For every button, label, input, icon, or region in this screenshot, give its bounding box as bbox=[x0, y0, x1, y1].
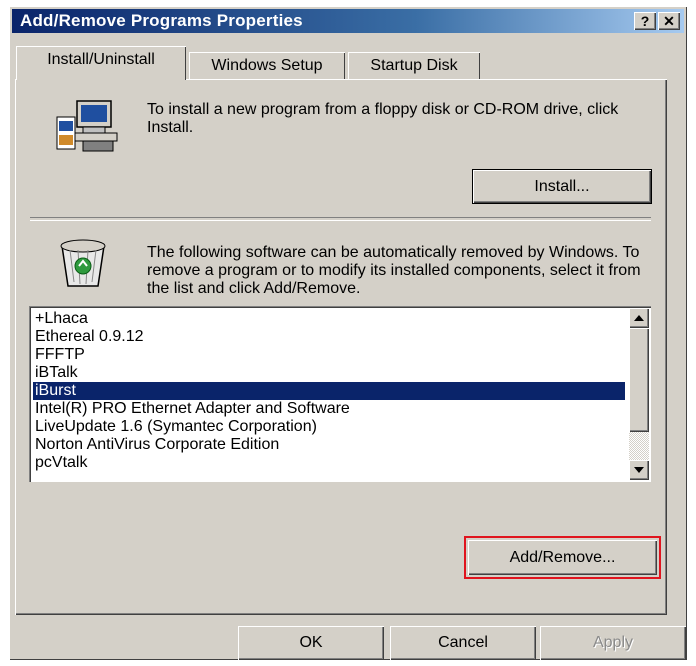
program-list-item[interactable]: iBTalk bbox=[33, 364, 625, 382]
scroll-down-icon bbox=[634, 467, 644, 473]
scroll-up-button[interactable] bbox=[629, 308, 649, 328]
remove-description: The following software can be automatica… bbox=[147, 244, 641, 297]
install-description: To install a new program from a floppy d… bbox=[147, 101, 619, 136]
cancel-button-label: Cancel bbox=[438, 634, 488, 651]
program-list-items: +Lhaca Ethereal 0.9.12 FFFTP iBTalk iBurst In… bbox=[33, 310, 625, 472]
program-list[interactable]: +Lhaca Ethereal 0.9.12 FFFTP iBTalk iBurst In… bbox=[29, 306, 651, 482]
recycle-bin-icon bbox=[52, 236, 114, 290]
help-button[interactable]: ? bbox=[634, 12, 656, 30]
tab-windows-setup[interactable]: Windows Setup bbox=[189, 52, 345, 80]
install-button-label: Install... bbox=[534, 178, 590, 195]
ok-button[interactable]: OK bbox=[238, 626, 384, 660]
program-list-item[interactable]: Norton AntiVirus Corporate Edition bbox=[33, 436, 625, 454]
cancel-button[interactable]: Cancel bbox=[390, 626, 536, 660]
program-list-item[interactable]: LiveUpdate 1.6 (Symantec Corporation) bbox=[33, 418, 625, 436]
scroll-thumb[interactable] bbox=[629, 328, 649, 432]
tab-install-uninstall[interactable]: Install/Uninstall bbox=[16, 46, 186, 80]
close-button[interactable]: ✕ bbox=[658, 12, 680, 30]
program-list-item[interactable]: iBurst bbox=[33, 382, 625, 400]
ok-button-label: OK bbox=[299, 634, 323, 651]
title-bar[interactable]: Add/Remove Programs Properties ? ✕ bbox=[12, 9, 684, 33]
list-scrollbar[interactable] bbox=[629, 308, 649, 480]
tab-startup-disk[interactable]: Startup Disk bbox=[348, 52, 480, 80]
install-button[interactable]: Install... bbox=[472, 169, 652, 204]
computer-install-icon bbox=[53, 99, 121, 155]
apply-button-label: Apply bbox=[592, 634, 634, 651]
scroll-down-button[interactable] bbox=[629, 460, 649, 480]
program-list-item[interactable]: FFFTP bbox=[33, 346, 625, 364]
highlight-box bbox=[464, 536, 661, 579]
program-list-item[interactable]: pcVtalk bbox=[33, 454, 625, 472]
section-divider bbox=[30, 217, 651, 221]
program-list-item[interactable]: +Lhaca bbox=[33, 310, 625, 328]
program-list-item[interactable]: Intel(R) PRO Ethernet Adapter and Softwa… bbox=[33, 400, 625, 418]
program-list-item[interactable]: Ethereal 0.9.12 bbox=[33, 328, 625, 346]
apply-button[interactable]: Apply bbox=[540, 626, 686, 660]
window-title: Add/Remove Programs Properties bbox=[20, 11, 303, 30]
scroll-up-icon bbox=[634, 315, 644, 321]
